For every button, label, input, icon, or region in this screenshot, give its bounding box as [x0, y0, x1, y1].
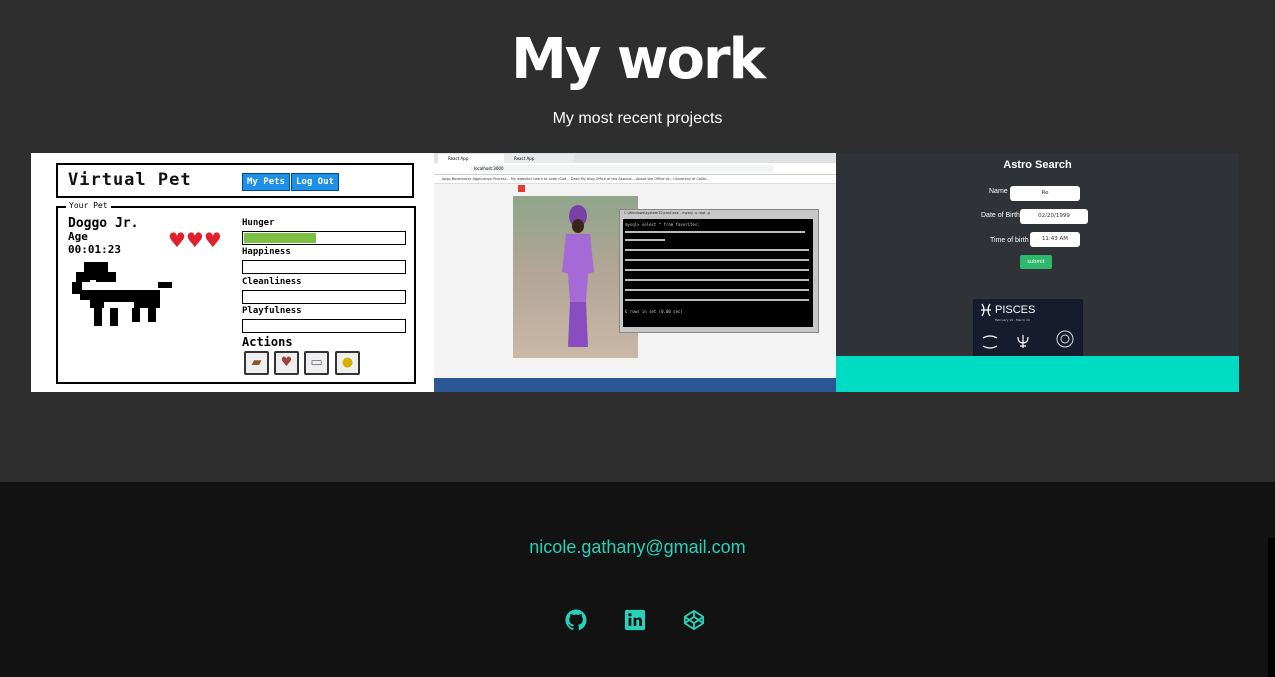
terminal-line [625, 259, 809, 261]
github-icon[interactable] [565, 609, 587, 631]
coin-icon[interactable]: ● [335, 351, 360, 375]
panel-legend: Your Pet [66, 201, 111, 210]
linkedin-icon[interactable] [624, 609, 646, 631]
browser-tab-bar: React App React App [434, 153, 836, 163]
virtual-pet-panel: Your Pet Doggo Jr. Age 00:01:23 ♥♥♥ Hung… [56, 201, 416, 384]
hearts-icon: ♥♥♥ [168, 228, 222, 252]
zodiac-sign-dates: February 19 - March 20 [995, 318, 1030, 322]
terminal-title: C:\Windows\system32\cmd.exe - mysql -u r… [624, 211, 711, 215]
browser-tab: React App [438, 154, 508, 163]
terminal-line [625, 249, 809, 251]
virtual-pet-title: Virtual Pet [68, 170, 192, 190]
actions-label: Actions [242, 335, 293, 349]
name-label: Name [989, 188, 1008, 195]
terminal-window: C:\Windows\system32\cmd.exe - mysql -u r… [619, 209, 819, 333]
terminal-line [625, 299, 809, 301]
cleanliness-label: Cleanliness [242, 277, 302, 287]
browser-tab: React App [504, 154, 574, 163]
pisces-icon [981, 303, 991, 317]
fish-icon [982, 335, 998, 349]
name-input[interactable]: Re [1010, 186, 1080, 201]
playfulness-bar [242, 319, 406, 333]
pet-age-label: Age [68, 230, 88, 243]
person-figure [562, 205, 594, 347]
terminal-line [625, 279, 809, 281]
project-thumbnail-astro-search[interactable]: Astro Search Name Re Date of Birth 02/20… [836, 153, 1239, 392]
project-thumbnail-react-app[interactable]: React App React App localhost:3000 Apps … [434, 153, 836, 392]
my-work-section: My work My most recent projects Virtual … [0, 0, 1275, 482]
project-thumbnail-virtual-pet[interactable]: Virtual Pet My Pets Log Out Your Pet Dog… [31, 153, 434, 392]
bread-icon[interactable]: ▰ [244, 351, 269, 375]
teal-banner [836, 356, 1239, 392]
terminal-line [625, 231, 805, 233]
terminal-line [625, 269, 809, 271]
terminal-footer: 6 rows in set (0.00 sec) [625, 309, 683, 314]
email-link[interactable]: nicole.gathany@gmail.com [0, 537, 1275, 558]
scrollbar[interactable] [1268, 538, 1275, 677]
zodiac-wheel-icon [1056, 330, 1074, 348]
neptune-icon [1017, 335, 1029, 348]
log-out-button[interactable]: Log Out [291, 173, 339, 191]
zodiac-card: PISCES February 19 - March 20 [973, 299, 1083, 357]
dob-input[interactable]: 02/20/1999 [1020, 209, 1088, 224]
hunger-label: Hunger [242, 218, 275, 228]
zodiac-sign-title: PISCES [995, 304, 1036, 316]
happiness-label: Happiness [242, 247, 291, 257]
hunger-bar-fill [244, 233, 316, 243]
dog-pixel-icon [72, 262, 172, 326]
page-subtitle: My most recent projects [552, 110, 723, 127]
delete-icon [518, 185, 525, 192]
pet-age-time: 00:01:23 [68, 243, 121, 256]
terminal-line [625, 289, 809, 291]
browser-bookmarks-bar: Apps Bookmarks Application Process... My… [434, 175, 836, 184]
hunger-bar [242, 231, 406, 245]
time-input[interactable]: 11:43 AM [1030, 232, 1080, 247]
terminal-line [625, 239, 665, 241]
footer: nicole.gathany@gmail.com [0, 482, 1275, 677]
cleanliness-bar [242, 290, 406, 304]
codepen-icon[interactable] [683, 609, 705, 631]
submit-button[interactable]: submit [1020, 255, 1052, 269]
terminal-output: mysql> select * from favorites; 6 rows i… [623, 219, 813, 327]
my-pets-button[interactable]: My Pets [242, 173, 290, 191]
astro-search-title: Astro Search [1003, 159, 1072, 171]
happiness-bar [242, 260, 406, 274]
windows-taskbar [434, 378, 836, 392]
virtual-pet-header: Virtual Pet My Pets Log Out [56, 163, 414, 198]
playfulness-label: Playfulness [242, 306, 302, 316]
time-label: Time of birth [990, 237, 1029, 244]
dob-label: Date of Birth [981, 212, 1020, 219]
browser-address-bar: localhost:3000 [434, 163, 836, 175]
bathtub-icon[interactable]: ▭ [304, 351, 329, 375]
browser-url: localhost:3000 [470, 165, 774, 172]
heart-icon[interactable]: ♥ [274, 351, 299, 375]
terminal-query: mysql> select * from favorites; [625, 222, 700, 227]
pet-name: Doggo Jr. [68, 216, 139, 231]
page-title: My work [511, 27, 766, 92]
